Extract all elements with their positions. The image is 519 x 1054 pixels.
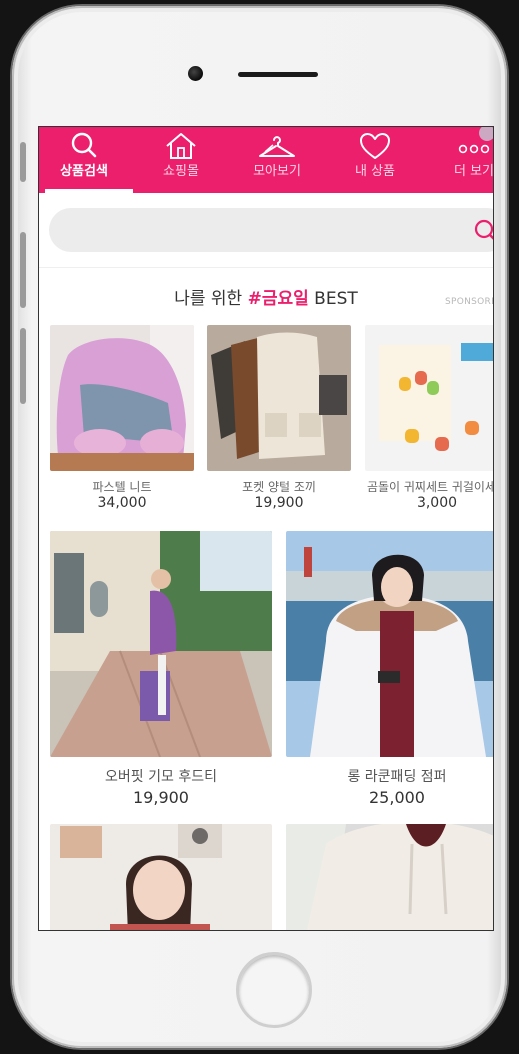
product-card[interactable]: 곰돌이 귀찌세트 귀걸이세트 3,000: [365, 325, 493, 515]
nav-item-shopping-mall[interactable]: 쇼핑몰: [136, 127, 226, 193]
front-camera: [188, 66, 203, 81]
nav-item-product-search[interactable]: 상품검색: [39, 127, 129, 193]
product-name: 포켓 양털 조끼: [242, 480, 316, 494]
top-nav: 상품검색 쇼핑몰 모아보기 내 상품 더 보기: [39, 127, 493, 193]
product-card[interactable]: 파스텔 니트 34,000: [50, 325, 194, 515]
nav-item-my-products[interactable]: 내 상품: [330, 127, 420, 193]
product-name: 곰돌이 귀찌세트 귀걸이세트: [366, 480, 493, 494]
product-image[interactable]: [286, 824, 493, 930]
search-box: [49, 208, 493, 254]
nav-item-label: 더 보기: [453, 164, 493, 179]
nav-item-label: 상품검색: [60, 164, 108, 179]
product-name: 롱 라쿤패딩 점퍼: [347, 769, 447, 785]
section-title-suffix: BEST: [308, 289, 358, 309]
search-icon: [474, 219, 493, 240]
nav-item-collection[interactable]: 모아보기: [232, 127, 322, 193]
product-name: 파스텔 니트: [92, 480, 152, 494]
earpiece-speaker: [238, 72, 318, 77]
search-icon: [71, 132, 97, 158]
nav-item-label: 쇼핑몰: [163, 164, 199, 179]
product-card[interactable]: 롱 라쿤패딩 점퍼 25,000: [286, 531, 493, 811]
product-image[interactable]: [207, 325, 351, 471]
nav-item-label: 내 상품: [354, 164, 395, 179]
product-image[interactable]: [286, 531, 493, 757]
app-screen: 상품검색 쇼핑몰 모아보기 내 상품 더 보기 나를 위한 #금요일 BEST …: [39, 127, 493, 930]
product-price: 3,000: [416, 495, 458, 511]
mute-switch: [20, 142, 26, 182]
product-image[interactable]: [365, 325, 493, 471]
volume-up-button: [20, 232, 26, 308]
product-price: 25,000: [369, 788, 425, 807]
product-image[interactable]: [50, 531, 272, 757]
product-card[interactable]: 포켓 양털 조끼 19,900: [207, 325, 351, 515]
search-input[interactable]: [69, 208, 453, 254]
home-icon: [166, 133, 196, 159]
section-title-hashtag[interactable]: #금요일: [248, 289, 309, 309]
section-title-prefix: 나를 위한: [174, 289, 248, 309]
product-price: 19,900: [133, 788, 189, 807]
search-button[interactable]: [473, 218, 493, 244]
section-title: 나를 위한 #금요일 BEST: [39, 287, 493, 311]
hanger-icon: [259, 136, 295, 157]
sponsored-label: SPONSORED: [445, 297, 493, 307]
product-card[interactable]: 오버핏 기모 후드티 19,900: [50, 531, 272, 811]
product-card[interactable]: [50, 824, 272, 930]
home-button[interactable]: [236, 952, 312, 1028]
volume-down-button: [20, 328, 26, 404]
nav-item-label: 모아보기: [253, 164, 301, 179]
product-card[interactable]: [286, 824, 493, 930]
product-image[interactable]: [50, 824, 272, 930]
product-price: 19,900: [254, 495, 304, 511]
heart-icon: [360, 133, 390, 159]
product-price: 34,000: [97, 495, 147, 511]
search-bar-area: [39, 193, 493, 268]
product-name: 오버핏 기모 후드티: [105, 769, 217, 785]
notification-badge: [479, 127, 493, 141]
product-image[interactable]: [50, 325, 194, 471]
